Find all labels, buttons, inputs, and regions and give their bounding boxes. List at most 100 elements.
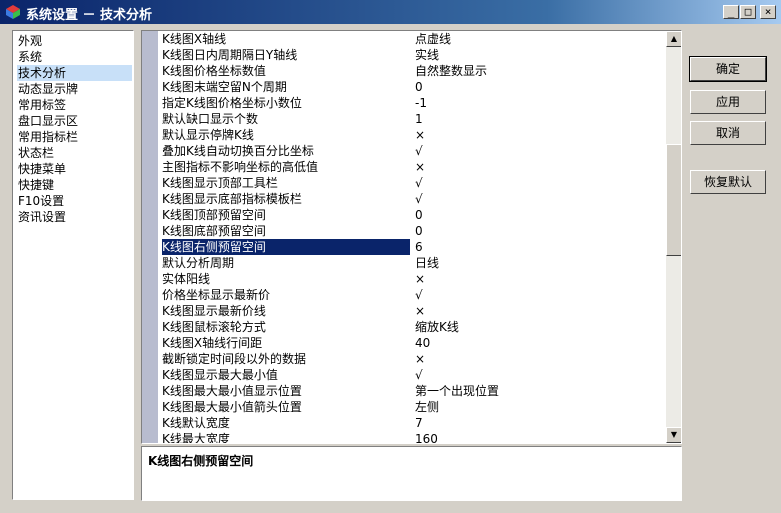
setting-value[interactable]: 0 [415, 223, 665, 239]
setting-row[interactable]: 截断锁定时间段以外的数据 × [159, 351, 667, 367]
setting-value[interactable]: √ [415, 143, 665, 159]
setting-row[interactable]: K线图显示顶部工具栏 √ [159, 175, 667, 191]
setting-row[interactable]: 指定K线图价格坐标小数位 -1 [159, 95, 667, 111]
description-text: K线图右侧预留空间 [148, 454, 254, 468]
settings-category-list: 外观 系统 技术分析 动态显示牌 常用标签 盘口显示区 常用指标栏 状态栏 快捷… [12, 30, 134, 500]
setting-row[interactable]: K线图顶部预留空间 0 [159, 207, 667, 223]
setting-key: K线图X轴线 [162, 32, 227, 46]
setting-row[interactable]: K线图显示最新价线 × [159, 303, 667, 319]
settings-dialog: 系统设置 － 技术分析 _ □ × 外观 系统 技术分析 动态显示牌 常用标签 … [0, 0, 781, 513]
title-bar[interactable]: 系统设置 － 技术分析 _ □ × [0, 0, 781, 24]
setting-key: K线图显示最大最小值 [162, 368, 278, 382]
vertical-scrollbar[interactable]: ▲ ▼ [666, 31, 681, 443]
setting-value[interactable]: √ [415, 367, 665, 383]
window-title: 系统设置 － 技术分析 [26, 8, 153, 23]
app-icon [6, 5, 20, 19]
setting-value[interactable]: × [415, 303, 665, 319]
cancel-button[interactable]: 取消 [690, 121, 766, 145]
setting-row[interactable]: 价格坐标显示最新价 √ [159, 287, 667, 303]
setting-value[interactable]: 0 [415, 207, 665, 223]
nav-item-indicator-bar[interactable]: 常用指标栏 [17, 129, 132, 145]
setting-row[interactable]: K线图底部预留空间 0 [159, 223, 667, 239]
setting-value[interactable]: 40 [415, 335, 665, 351]
setting-value[interactable]: -1 [415, 95, 665, 111]
setting-row[interactable]: K线图显示最大最小值 √ [159, 367, 667, 383]
setting-row[interactable]: K线图末端空留N个周期 0 [159, 79, 667, 95]
setting-value[interactable]: 0 [415, 79, 665, 95]
setting-key: K线图显示最新价线 [162, 304, 266, 318]
setting-value[interactable]: 缩放K线 [415, 319, 665, 335]
nav-item-system[interactable]: 系统 [17, 49, 132, 65]
nav-item-status-bar[interactable]: 状态栏 [17, 145, 132, 161]
reset-defaults-button[interactable]: 恢复默认 [690, 170, 766, 194]
setting-value[interactable]: 日线 [415, 255, 665, 271]
setting-row[interactable]: K线图X轴线行间距 40 [159, 335, 667, 351]
setting-key: 默认缺口显示个数 [162, 112, 259, 126]
setting-value[interactable]: 6 [415, 239, 665, 255]
setting-value[interactable]: 160 [415, 431, 665, 443]
setting-row[interactable]: 叠加K线自动切换百分比坐标 √ [159, 143, 667, 159]
nav-item-dynamic-board[interactable]: 动态显示牌 [17, 81, 132, 97]
minimize-button[interactable]: _ [723, 5, 739, 19]
setting-value[interactable]: × [415, 351, 665, 367]
setting-row[interactable]: 默认缺口显示个数 1 [159, 111, 667, 127]
setting-key: 价格坐标显示最新价 [162, 288, 271, 302]
setting-value[interactable]: × [415, 127, 665, 143]
setting-key: K线最大宽度 [162, 432, 230, 444]
setting-value[interactable]: √ [415, 175, 665, 191]
nav-item-common-tabs[interactable]: 常用标签 [17, 97, 132, 113]
setting-value[interactable]: √ [415, 287, 665, 303]
setting-row[interactable]: K线图日内周期隔日Y轴线 实线 [159, 47, 667, 63]
setting-row[interactable]: 默认分析周期 日线 [159, 255, 667, 271]
setting-value[interactable]: × [415, 159, 665, 175]
maximize-button[interactable]: □ [740, 5, 756, 19]
setting-key: K线图末端空留N个周期 [162, 80, 287, 94]
setting-row[interactable]: K线图最大最小值箭头位置 左侧 [159, 399, 667, 415]
setting-row[interactable]: K线图显示底部指标模板栏 √ [159, 191, 667, 207]
setting-row[interactable]: K线图最大最小值显示位置 第一个出现位置 [159, 383, 667, 399]
setting-row[interactable]: 实体阳线 × [159, 271, 667, 287]
setting-key: K线图价格坐标数值 [162, 64, 266, 78]
setting-key: K线图X轴线行间距 [162, 336, 263, 350]
close-button[interactable]: × [760, 5, 776, 19]
setting-value[interactable]: √ [415, 191, 665, 207]
setting-key: 主图指标不影响坐标的高低值 [162, 160, 319, 174]
setting-value[interactable]: 1 [415, 111, 665, 127]
setting-row[interactable]: K线默认宽度 7 [159, 415, 667, 431]
setting-key: K线图底部预留空间 [162, 224, 266, 238]
setting-key: K线默认宽度 [162, 416, 230, 430]
setting-value[interactable]: 左侧 [415, 399, 665, 415]
setting-row[interactable]: K线图右侧预留空间 6 [159, 239, 667, 255]
setting-key: 叠加K线自动切换百分比坐标 [162, 144, 314, 158]
setting-row[interactable]: 主图指标不影响坐标的高低值 × [159, 159, 667, 175]
nav-item-quote-panel[interactable]: 盘口显示区 [17, 113, 132, 129]
setting-row[interactable]: K线图X轴线 点虚线 [159, 31, 667, 47]
settings-property-grid: K线图X轴线 点虚线 K线图日内周期隔日Y轴线 实线 K线图价格坐标数值 自然整数显示 K线… [141, 30, 682, 444]
setting-value[interactable]: 点虚线 [415, 31, 665, 47]
setting-key: K线图右侧预留空间 [162, 239, 410, 255]
scroll-thumb[interactable] [666, 144, 681, 256]
nav-item-hotkeys[interactable]: 快捷键 [17, 177, 132, 193]
nav-item-appearance[interactable]: 外观 [17, 33, 132, 49]
setting-row[interactable]: 默认显示停牌K线 × [159, 127, 667, 143]
setting-row[interactable]: K线图价格坐标数值 自然整数显示 [159, 63, 667, 79]
setting-value[interactable]: 7 [415, 415, 665, 431]
setting-row[interactable]: K线图鼠标滚轮方式 缩放K线 [159, 319, 667, 335]
setting-key: K线图最大最小值箭头位置 [162, 400, 302, 414]
nav-item-f10-settings[interactable]: F10设置 [17, 193, 132, 209]
setting-value[interactable]: 第一个出现位置 [415, 383, 665, 399]
setting-value[interactable]: × [415, 271, 665, 287]
setting-value[interactable]: 实线 [415, 47, 665, 63]
nav-item-news-settings[interactable]: 资讯设置 [17, 209, 132, 225]
ok-button[interactable]: 确定 [689, 56, 767, 82]
scroll-up-icon[interactable]: ▲ [666, 31, 681, 47]
apply-button[interactable]: 应用 [690, 90, 766, 114]
setting-key: K线图顶部预留空间 [162, 208, 266, 222]
setting-key: K线图鼠标滚轮方式 [162, 320, 266, 334]
setting-key: 实体阳线 [162, 272, 211, 286]
nav-item-shortcut-menu[interactable]: 快捷菜单 [17, 161, 132, 177]
setting-row[interactable]: K线最大宽度 160 [159, 431, 667, 444]
setting-value[interactable]: 自然整数显示 [415, 63, 665, 79]
nav-item-technical-analysis[interactable]: 技术分析 [17, 65, 132, 81]
scroll-down-icon[interactable]: ▼ [666, 427, 681, 443]
